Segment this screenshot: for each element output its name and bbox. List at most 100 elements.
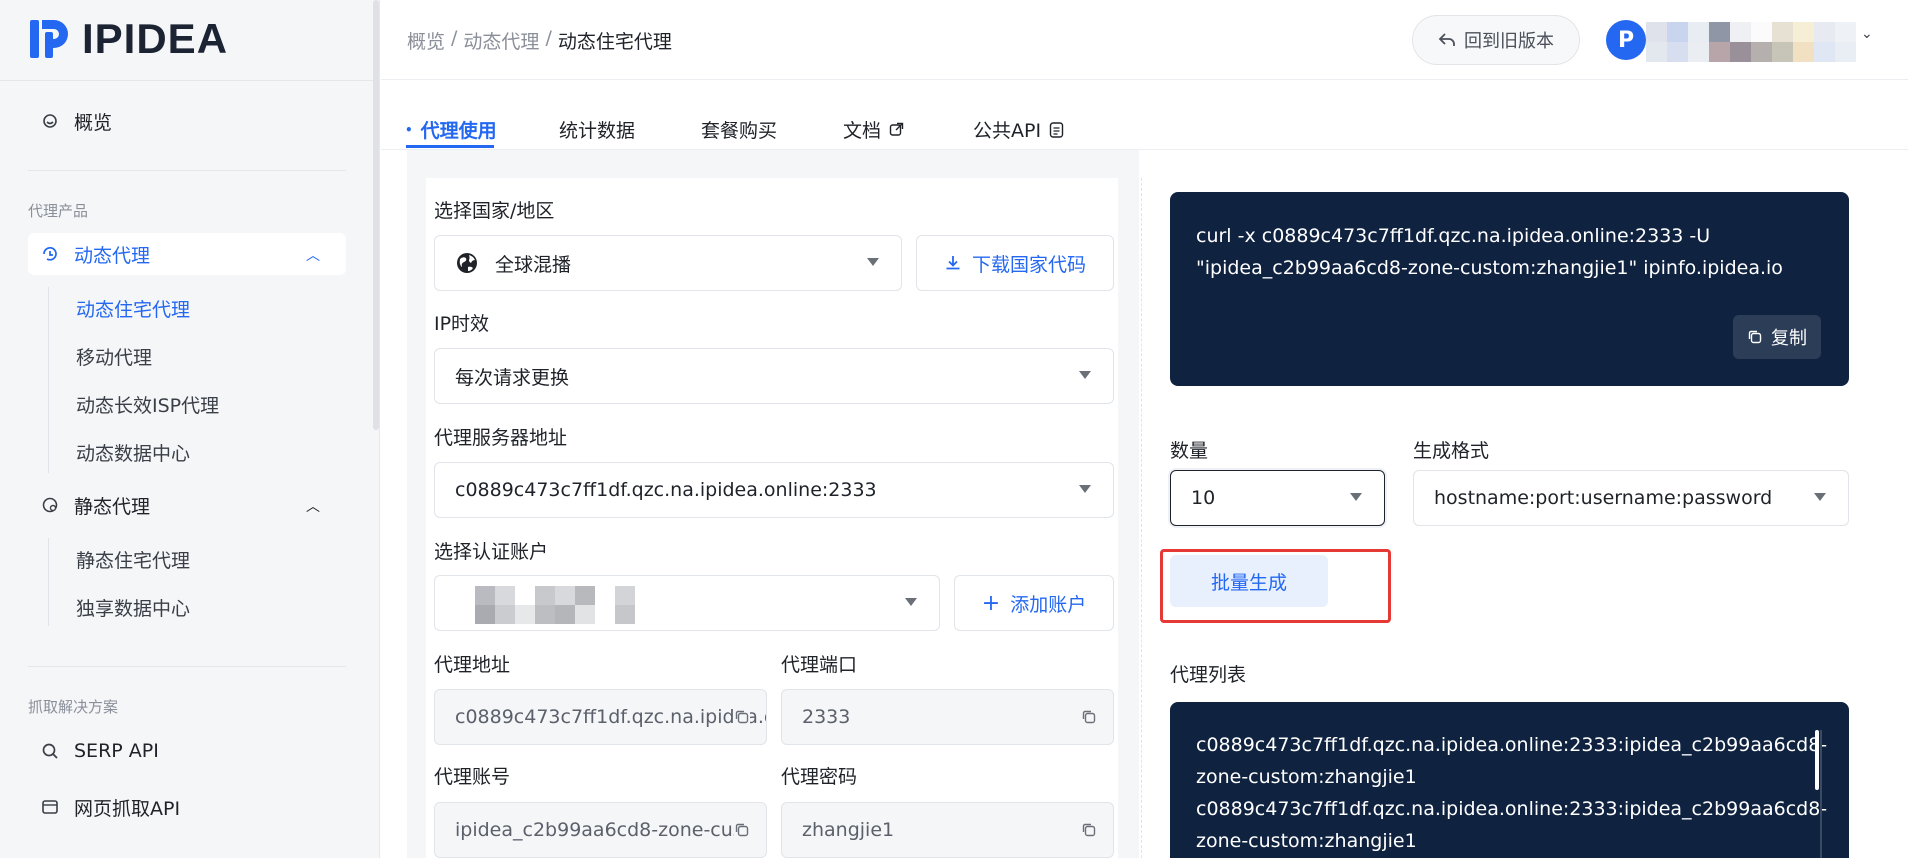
ip-ttl-value: 每次请求更换	[455, 366, 570, 389]
country-select[interactable]: 全球混播	[434, 235, 902, 291]
divider	[0, 80, 380, 81]
sidebar: IPIDEA 概览 代理产品 动态代理 ︿ 动态住宅代理 移动代理 动态长效IS…	[0, 0, 380, 858]
copy-icon[interactable]	[734, 822, 750, 838]
brand-logo[interactable]: IPIDEA	[28, 15, 229, 62]
proxy-list-scroll-track	[1820, 730, 1822, 858]
breadcrumb-item[interactable]: 概览	[407, 27, 445, 54]
caret-down-icon	[1079, 371, 1091, 379]
tab-label: 文档	[843, 120, 882, 142]
copy-command-button[interactable]: 复制	[1733, 315, 1821, 359]
sidebar-subitem-dynamic-datacenter[interactable]: 动态数据中心	[76, 439, 190, 466]
ipidea-logo-icon	[30, 20, 68, 58]
sidebar-subitem-dynamic-residential[interactable]: 动态住宅代理	[76, 295, 190, 322]
external-link-icon	[889, 122, 904, 136]
account-label: 选择认证账户	[434, 541, 549, 563]
quantity-select[interactable]: 10	[1170, 470, 1385, 526]
download-icon	[946, 256, 960, 270]
proxy-username-label: 代理账号	[434, 766, 511, 788]
brand-name: IPIDEA	[82, 15, 229, 62]
sidebar-subitem-static-residential[interactable]: 静态住宅代理	[76, 546, 190, 573]
dynamic-proxy-icon	[40, 244, 60, 264]
proxy-port-field[interactable]: 2333	[781, 689, 1114, 745]
sidebar-item-label: 动态代理	[74, 244, 151, 267]
tab-docs[interactable]: 文档	[843, 116, 904, 143]
tab-label: 代理使用	[420, 120, 497, 142]
quantity-label: 数量	[1170, 440, 1209, 462]
tab-proxy-usage[interactable]: • 代理使用	[405, 116, 497, 143]
ip-ttl-select[interactable]: 每次请求更换	[434, 348, 1114, 404]
chevron-down-icon[interactable]: ⌄	[1861, 26, 1873, 42]
sidebar-item-overview[interactable]: 概览	[28, 100, 346, 142]
browser-icon	[40, 797, 60, 817]
copy-icon	[1748, 330, 1762, 344]
document-icon	[1049, 121, 1064, 138]
sidebar-scrollbar[interactable]	[373, 0, 379, 430]
proxy-password-label: 代理密码	[781, 766, 858, 788]
section-title-proxy: 代理产品	[28, 202, 89, 220]
sidebar-subitem-dedicated-datacenter[interactable]: 独享数据中心	[76, 594, 190, 621]
proxy-list-line: zone-custom:zhangjie1	[1196, 766, 1417, 788]
server-select[interactable]: c0889c473c7ff1df.qzc.na.ipidea.online:23…	[434, 462, 1114, 518]
sidebar-subitem-mobile[interactable]: 移动代理	[76, 343, 152, 370]
proxy-address-value: c0889c473c7ff1df.qzc.na.ipidea.o	[455, 706, 767, 728]
proxy-username-field[interactable]: ipidea_c2b99aa6cd8-zone-cust	[434, 802, 767, 858]
sidebar-item-label: SERP API	[74, 740, 159, 762]
sidebar-item-web-scraper-api[interactable]: 网页抓取API	[28, 786, 346, 828]
add-account-button[interactable]: + 添加账户	[954, 575, 1114, 631]
divider	[28, 170, 346, 171]
sidebar-subitem-dynamic-isp[interactable]: 动态长效ISP代理	[76, 391, 219, 418]
proxy-list-line: c0889c473c7ff1df.qzc.na.ipidea.online:23…	[1196, 734, 1828, 756]
sidebar-item-label: 静态代理	[74, 495, 151, 518]
format-value: hostname:port:username:password	[1434, 487, 1773, 509]
proxy-address-field[interactable]: c0889c473c7ff1df.qzc.na.ipidea.o	[434, 689, 767, 745]
tab-public-api[interactable]: 公共API	[973, 116, 1064, 143]
copy-icon[interactable]	[1081, 709, 1097, 725]
caret-down-icon	[1814, 493, 1826, 501]
search-icon	[40, 741, 60, 761]
proxy-list-line: c0889c473c7ff1df.qzc.na.ipidea.online:23…	[1196, 798, 1828, 820]
breadcrumb-separator: /	[451, 27, 458, 49]
sidebar-item-dynamic-proxy[interactable]: 动态代理 ︿	[28, 233, 346, 275]
old-version-button[interactable]: 回到旧版本	[1412, 15, 1580, 65]
server-value: c0889c473c7ff1df.qzc.na.ipidea.online:23…	[455, 479, 877, 501]
quantity-value: 10	[1191, 487, 1216, 509]
caret-down-icon	[1079, 485, 1091, 493]
sidebar-item-serp-api[interactable]: SERP API	[28, 730, 346, 772]
globe-icon	[457, 253, 477, 273]
ip-ttl-label: IP时效	[434, 313, 490, 335]
divider	[28, 666, 346, 667]
format-select[interactable]: hostname:port:username:password	[1413, 470, 1849, 526]
sidebar-item-static-proxy[interactable]: 静态代理 ︿	[28, 484, 346, 526]
sidebar-item-label: 概览	[74, 111, 113, 134]
proxy-username-value: ipidea_c2b99aa6cd8-zone-cust	[455, 819, 751, 841]
copy-icon[interactable]	[1081, 822, 1097, 838]
section-title-scrape: 抓取解决方案	[28, 698, 119, 716]
account-redacted	[475, 586, 635, 624]
tab-bar: • 代理使用 统计数据 套餐购买 文档 公共API	[381, 80, 1908, 150]
tab-statistics[interactable]: 统计数据	[559, 116, 635, 143]
proxy-list-scrollbar[interactable]	[1815, 730, 1819, 790]
column-separator	[1141, 178, 1142, 858]
chevron-up-icon[interactable]: ︿	[306, 496, 320, 516]
sidebar-item-label: 网页抓取API	[74, 797, 181, 820]
account-select[interactable]	[434, 575, 940, 631]
avatar[interactable]: P	[1606, 20, 1646, 60]
caret-down-icon	[905, 598, 917, 606]
curl-line: curl -x c0889c473c7ff1df.qzc.na.ipidea.o…	[1196, 225, 1711, 247]
caret-down-icon	[1350, 493, 1362, 501]
copy-icon[interactable]	[734, 709, 750, 725]
tab-plan-purchase[interactable]: 套餐购买	[701, 116, 777, 143]
download-country-codes-button[interactable]: 下载国家代码	[916, 235, 1114, 291]
caret-down-icon	[867, 258, 879, 266]
button-label: 添加账户	[1010, 593, 1087, 616]
breadcrumb: 概览 / 动态代理 / 动态住宅代理	[407, 27, 672, 54]
username-redacted	[1646, 22, 1856, 62]
proxy-password-field[interactable]: zhangjie1	[781, 802, 1114, 858]
proxy-list-box[interactable]: c0889c473c7ff1df.qzc.na.ipidea.online:23…	[1170, 702, 1849, 858]
old-version-label: 回到旧版本	[1464, 31, 1554, 52]
button-label: 下载国家代码	[971, 253, 1086, 276]
chevron-up-icon[interactable]: ︿	[306, 245, 320, 265]
proxy-port-label: 代理端口	[781, 654, 858, 676]
home-icon	[40, 111, 60, 131]
breadcrumb-item[interactable]: 动态代理	[463, 27, 539, 54]
